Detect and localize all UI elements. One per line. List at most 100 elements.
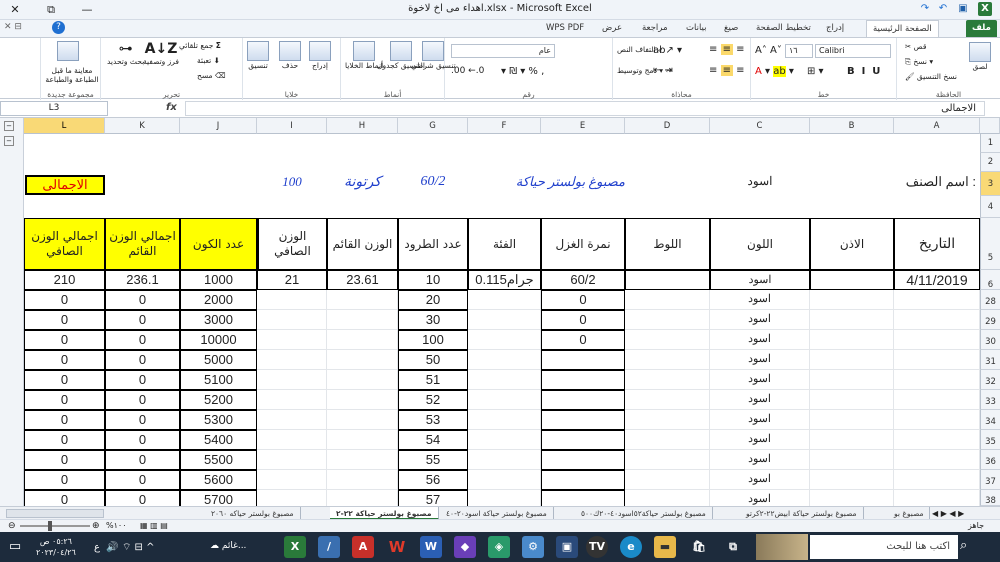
cell-G[interactable]: 20 [398, 290, 468, 310]
cell-L[interactable]: 0 [24, 470, 105, 490]
cell-C[interactable]: اسود [710, 490, 810, 506]
app-icon[interactable]: ◆ [454, 536, 476, 558]
font-family-select[interactable]: Calibri [815, 44, 891, 58]
cell-C[interactable]: اسود [710, 290, 810, 310]
cell-B[interactable] [810, 310, 894, 330]
row-header[interactable]: 30 [980, 330, 1000, 350]
cell-A[interactable]: 4/11/2019 [894, 270, 980, 290]
cell-K[interactable]: 0 [105, 410, 180, 430]
header-yarn-count[interactable]: نمرة الغزل [541, 218, 625, 270]
header-color[interactable]: اللون [710, 218, 810, 270]
cell-B[interactable] [810, 490, 894, 506]
cell-H[interactable] [327, 450, 398, 470]
row-header[interactable]: 2 [980, 153, 1000, 172]
column-header-A[interactable]: A [894, 118, 980, 134]
cell-L[interactable]: 0 [24, 390, 105, 410]
cell-C[interactable]: اسود [710, 370, 810, 390]
cell-I[interactable] [257, 490, 327, 506]
cell-D[interactable] [625, 470, 710, 490]
column-header-B[interactable]: B [810, 118, 894, 134]
cell-F[interactable] [468, 390, 541, 410]
cell-I[interactable] [257, 430, 327, 450]
redo-icon[interactable]: ↷ [918, 2, 932, 16]
column-header-J[interactable]: J [180, 118, 257, 134]
cell-J[interactable]: 5700 [180, 490, 257, 506]
cell-B[interactable] [810, 330, 894, 350]
formula-input[interactable]: الاجمالى [185, 101, 985, 116]
word-app-icon[interactable]: W [420, 536, 442, 558]
cell-A[interactable] [894, 470, 980, 490]
cell-C[interactable]: اسود [710, 330, 810, 350]
align-horizontal-icons[interactable]: ≡ ≡ ≡ [709, 65, 745, 76]
pen-app-icon[interactable]: / [318, 536, 340, 558]
format-painter-button[interactable]: 🖌 نسخ التنسيق [905, 72, 957, 81]
search-box[interactable]: اكتب هنا للبحث [810, 535, 958, 559]
tab-file[interactable]: ملف [966, 20, 997, 37]
undo-icon[interactable]: ↶ [936, 2, 950, 16]
tab-formulas[interactable]: صيغ [718, 20, 744, 37]
header-parcels-count[interactable]: عدد الطرود [398, 218, 468, 270]
cell-D[interactable] [625, 370, 710, 390]
zoom-level[interactable]: %١٠٠ [106, 521, 127, 530]
cell-D[interactable] [625, 290, 710, 310]
header-gross-weight[interactable]: الوزن القائم [327, 218, 398, 270]
row-header[interactable]: 6 [980, 270, 1000, 290]
row-header[interactable]: 28 [980, 290, 1000, 310]
font-grow-shrink-icons[interactable]: A˄ A˅ [755, 45, 782, 56]
cell-F[interactable] [468, 370, 541, 390]
decimal-icons[interactable]: .00 ←.0 [451, 66, 484, 76]
cell-I[interactable] [257, 470, 327, 490]
tab-data[interactable]: بيانات [680, 20, 712, 37]
ribbon-minimize-icon[interactable]: ✕ ⊟ [4, 22, 22, 32]
cell-E[interactable]: 0 [541, 310, 625, 330]
cell-G[interactable]: 55 [398, 450, 468, 470]
cell-H[interactable] [327, 490, 398, 506]
cell-K[interactable]: 0 [105, 390, 180, 410]
cell-D[interactable] [625, 450, 710, 470]
edge-browser-icon[interactable]: e [620, 536, 642, 558]
cell-G[interactable]: 100 [398, 330, 468, 350]
cell-J[interactable]: 5100 [180, 370, 257, 390]
fill-button[interactable]: تعبئة ⬇ [197, 56, 220, 65]
cell-J[interactable]: 2000 [180, 290, 257, 310]
cell-I[interactable] [257, 390, 327, 410]
cell-G[interactable]: 52 [398, 390, 468, 410]
zoom-out-icon[interactable]: ⊖ [8, 521, 16, 531]
cell-L[interactable]: 0 [24, 330, 105, 350]
tv-app-icon[interactable]: TV [586, 536, 608, 558]
cell-I[interactable] [257, 290, 327, 310]
cell-E[interactable] [541, 370, 625, 390]
currency-percent-icons[interactable]: ▾ ₪ ▾ % , [501, 66, 544, 77]
zoom-in-icon[interactable]: ⊕ [92, 521, 100, 531]
cell-K[interactable]: 0 [105, 310, 180, 330]
app-icon[interactable]: ◈ [488, 536, 510, 558]
cell-B[interactable] [810, 390, 894, 410]
cell-G[interactable]: 51 [398, 370, 468, 390]
cell-G[interactable]: 54 [398, 430, 468, 450]
cell-K[interactable]: 0 [105, 330, 180, 350]
column-header-G[interactable]: G [398, 118, 468, 134]
cell-styles-button[interactable]: أنماط الخلايا [345, 41, 383, 70]
zoom-slider[interactable] [20, 525, 90, 527]
collapse-icon[interactable]: − [4, 136, 14, 146]
cell-J[interactable]: 5000 [180, 350, 257, 370]
sort-filter-button[interactable]: A↓Z فرز وتصفية [143, 41, 179, 66]
row-header[interactable]: 3 [980, 172, 1000, 196]
cell-J[interactable]: 1000 [180, 270, 257, 290]
cell-K[interactable]: 0 [105, 490, 180, 506]
close-window-button[interactable]: ✕ [0, 0, 30, 20]
cell-H[interactable] [327, 310, 398, 330]
cell-B[interactable] [810, 290, 894, 310]
cell-C[interactable]: اسود [710, 430, 810, 450]
cell-D[interactable] [625, 350, 710, 370]
orientation-icon[interactable]: ab↗ ▾ [653, 45, 682, 56]
font-color-icon[interactable]: A ▾ ab ▾ [755, 66, 794, 77]
cell-A[interactable] [894, 410, 980, 430]
tab-page-layout[interactable]: تخطيط الصفحة [750, 20, 817, 37]
count-cell[interactable]: 60/2 [398, 174, 468, 194]
cell-E[interactable]: 60/2 [541, 270, 625, 290]
item-color-cell[interactable]: اسود [710, 174, 810, 194]
save-icon[interactable]: ▣ [956, 2, 970, 16]
name-box[interactable]: L3 [0, 101, 108, 116]
find-select-button[interactable]: ⊶ بحث وتحديد [107, 41, 144, 66]
